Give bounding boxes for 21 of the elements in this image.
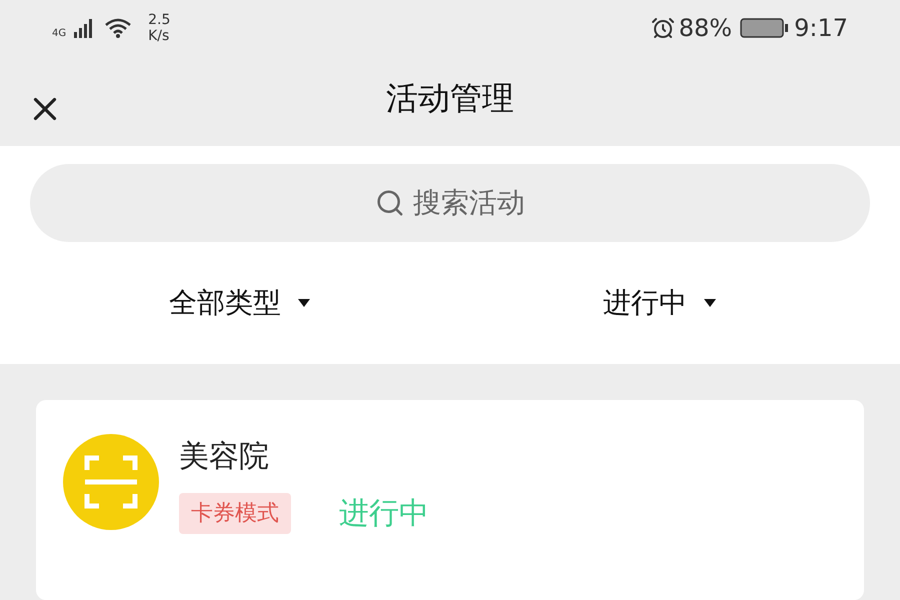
activity-card[interactable]: 美容院 卡券模式 进行中 [36, 400, 864, 600]
battery-icon [740, 16, 790, 39]
alarm-icon [650, 16, 675, 40]
mode-tag: 卡券模式 [179, 493, 291, 534]
activity-status: 进行中 [339, 495, 429, 533]
network-label: 4G [52, 26, 66, 41]
speed-unit: K/s [148, 28, 170, 44]
scan-icon [63, 434, 159, 530]
page-title: 活动管理 [386, 78, 514, 119]
filter-dropdown[interactable]: 进行中 [450, 242, 870, 364]
caret-icon [703, 298, 717, 308]
caret-icon [297, 298, 311, 308]
search-placeholder: 搜索活动 [413, 185, 525, 221]
speed-value: 2.5 [148, 12, 170, 28]
search-field[interactable]: 搜索活动 [30, 164, 870, 242]
activity-name: 美容院 [179, 438, 270, 476]
search-icon [375, 188, 405, 218]
wifi-icon [104, 16, 132, 39]
clock-time: 9:17 [794, 12, 848, 44]
filter-dropdown[interactable]: 全部类型 [30, 242, 450, 364]
battery-percent: 88% [678, 12, 732, 44]
